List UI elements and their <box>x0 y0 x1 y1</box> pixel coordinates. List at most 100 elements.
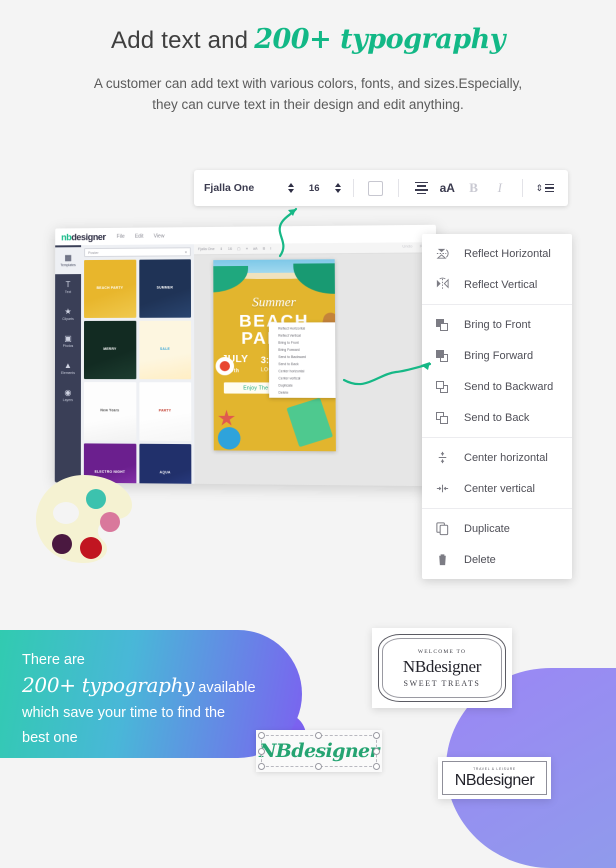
menu-item-label: Send to Back <box>464 411 530 424</box>
template-card[interactable]: New Years <box>83 382 136 441</box>
menu-item-label: Reflect Vertical <box>464 278 538 291</box>
palm-leaf-right <box>293 263 336 295</box>
canvas-format-toolbar: Fjalla One ⇕ 16 ▢ ≡ aA B I <box>193 242 437 256</box>
travel-brand-text: NBdesigner <box>454 771 535 789</box>
canvas-font-family[interactable]: Fjalla One <box>198 247 215 251</box>
resize-handle-bl[interactable] <box>258 763 265 770</box>
menu-item-send-to-backward[interactable]: Send to Backward <box>422 371 572 402</box>
page-header: Add text and 200+ typography A customer c… <box>0 24 616 115</box>
template-card[interactable]: PARTY <box>138 382 192 442</box>
sidebar-item-templates[interactable]: ▦ Templates <box>55 247 82 275</box>
page-title-plain: Add text and <box>111 27 249 54</box>
page-title: Add text and 200+ typography <box>0 24 616 55</box>
toolbar-divider <box>352 179 354 197</box>
towel-art <box>286 397 334 448</box>
menu-item-reflect-vertical[interactable]: Reflect Vertical <box>422 269 572 300</box>
menu-separator <box>422 437 572 438</box>
resize-handle-tr[interactable] <box>373 732 380 739</box>
resize-handle-br[interactable] <box>373 763 380 770</box>
image-icon: ▣ <box>64 333 72 343</box>
sidebar-item-cliparts[interactable]: ★ Cliparts <box>55 301 81 328</box>
menu-edit[interactable]: Edit <box>135 233 144 239</box>
template-card[interactable]: SALE <box>138 320 192 380</box>
logo-card-script-selected[interactable]: NBdesigner <box>256 730 382 772</box>
welcome-bottom-text: SWEET TREATS <box>403 678 481 688</box>
template-category-select[interactable]: Poster ▾ <box>84 247 191 258</box>
menu-item-delete[interactable]: Delete <box>422 544 572 575</box>
duplicate-icon <box>434 521 450 537</box>
resize-handle-ml[interactable] <box>258 748 265 755</box>
resize-handle-tl[interactable] <box>258 732 265 739</box>
undo-icon[interactable]: Undo <box>402 243 412 248</box>
sidebar-item-elements[interactable]: ▲ Elements <box>55 355 81 382</box>
menu-separator <box>422 304 572 305</box>
grid-icon: ▦ <box>64 253 72 263</box>
menu-item-label: Center vertical <box>464 482 535 495</box>
template-grid: BEACH PARTY SUMMER MERRY SALE New Years … <box>83 259 192 487</box>
logo-card-welcome[interactable]: WELCOME TO NBdesigner SWEET TREATS <box>372 628 512 708</box>
text-format-toolbar: Fjalla One 16 aA B I ⇕ <box>194 170 568 206</box>
app-logo: nbdesigner <box>61 231 106 242</box>
ornate-frame: WELCOME TO NBdesigner SWEET TREATS <box>378 634 506 702</box>
app-screenshot: nbdesigner File Edit View ▦ Templates T Te… <box>54 224 439 487</box>
menu-item-bring-to-front[interactable]: Bring to Front <box>422 309 572 340</box>
travel-frame: TRAVEL & LEISURE NBdesigner <box>442 761 547 795</box>
text-case-button[interactable]: aA <box>434 176 460 200</box>
menu-item-label: Duplicate <box>464 522 510 535</box>
bold-button[interactable]: B <box>460 176 486 200</box>
poster-title: Summer <box>251 294 296 310</box>
menu-item-label: Bring to Front <box>464 318 531 331</box>
menu-item-bring-forward[interactable]: Bring Forward <box>422 340 572 371</box>
page-subtitle-line1: A customer can add text with various col… <box>93 76 523 91</box>
bring-to-front-icon <box>434 317 450 333</box>
resize-handle-bc[interactable] <box>315 763 322 770</box>
italic-button[interactable]: I <box>487 176 513 200</box>
beachball-art <box>217 427 241 450</box>
page-subtitle: A customer can add text with various col… <box>0 73 616 115</box>
menu-item-label: Delete <box>464 553 496 566</box>
app-sidebar: ▦ Templates T Text ★ Cliparts ▣ Photos ▲ Elem… <box>54 245 82 483</box>
logo-card-travel[interactable]: TRAVEL & LEISURE NBdesigner <box>438 757 551 799</box>
menu-view[interactable]: View <box>154 233 165 239</box>
context-menu: Reflect Horizontal Reflect Vertical Brin… <box>422 234 572 579</box>
toolbar-divider <box>398 179 399 197</box>
center-vertical-icon <box>434 481 450 497</box>
menu-item-send-to-back[interactable]: Send to Back <box>422 402 572 433</box>
menu-item-reflect-horizontal[interactable]: Reflect Horizontal <box>422 238 572 269</box>
line-height-icon[interactable]: ⇕ <box>532 176 558 200</box>
font-size-value[interactable]: 16 <box>297 183 332 194</box>
template-card[interactable]: SUMMER <box>138 259 192 318</box>
banner-line-4: best one <box>22 730 78 746</box>
layers-icon: ◉ <box>64 388 72 398</box>
color-swatch-icon[interactable] <box>363 176 389 200</box>
app-canvas: Undo Redo Fjalla One ⇕16 ▢≡ aABI Summer … <box>193 242 439 487</box>
menu-file[interactable]: File <box>117 233 125 239</box>
menu-item-duplicate[interactable]: Duplicate <box>422 513 572 544</box>
menu-item-center-vertical[interactable]: Center vertical <box>422 473 572 504</box>
sidebar-item-layers[interactable]: ◉ Layers <box>55 382 81 409</box>
template-card[interactable]: MERRY <box>83 320 136 380</box>
menu-item-center-horizontal[interactable]: Center horizontal <box>422 442 572 473</box>
welcome-brand-text: NBdesigner <box>402 656 482 676</box>
chevron-down-icon: ▾ <box>184 249 187 254</box>
resize-handle-tc[interactable] <box>315 732 322 739</box>
menu-item-label: Send to Backward <box>464 380 554 393</box>
menu-item-label: Center horizontal <box>464 451 548 464</box>
sidebar-item-photos[interactable]: ▣ Photos <box>55 328 81 355</box>
send-to-back-icon <box>434 410 450 426</box>
font-family-stepper[interactable] <box>284 183 296 193</box>
menu-item-label: Bring Forward <box>464 349 534 362</box>
sidebar-item-text[interactable]: T Text <box>55 274 81 301</box>
resize-handle-mr[interactable] <box>373 748 380 755</box>
template-card[interactable]: BEACH PARTY <box>84 259 136 318</box>
bring-forward-icon <box>434 348 450 364</box>
font-family-value[interactable]: Fjalla One <box>204 182 284 194</box>
template-panel: Poster ▾ BEACH PARTY SUMMER MERRY SALE Ne… <box>80 244 195 487</box>
font-size-stepper[interactable] <box>332 183 344 193</box>
send-to-backward-icon <box>434 379 450 395</box>
reflect-vertical-icon <box>434 277 450 293</box>
text-icon: T <box>65 280 71 290</box>
poster-artboard[interactable]: Summer BEACHPARTY JULY25th 3:00 PM LOCAT… <box>213 259 336 452</box>
template-card[interactable]: AQUA <box>138 443 192 487</box>
text-align-center-icon[interactable] <box>408 176 434 200</box>
